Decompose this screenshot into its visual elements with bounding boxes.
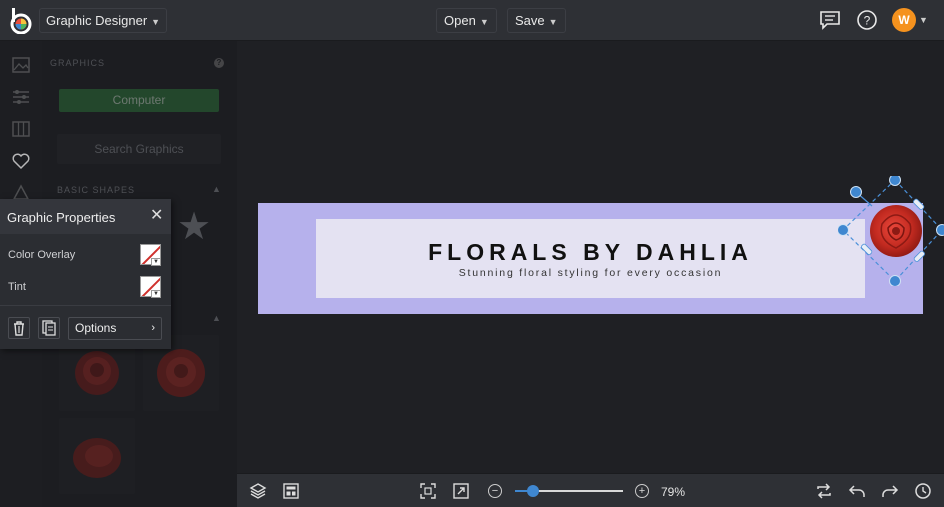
graphic-properties-panel: Graphic Properties ✕ Color Overlay ▼ Tin… [0, 199, 171, 349]
svg-text:?: ? [864, 14, 871, 28]
rose-icon [870, 205, 922, 257]
tint-label: Tint [8, 281, 26, 293]
resize-handle-top[interactable] [889, 176, 901, 186]
zoom-in-button[interactable]: + [635, 484, 649, 498]
open-button[interactable]: Open ▼ [436, 8, 497, 33]
image-icon[interactable] [11, 55, 31, 75]
template-layout-icon[interactable] [282, 482, 300, 500]
selected-rose-graphic[interactable] [838, 176, 944, 286]
resize-handle-right[interactable] [936, 224, 944, 236]
divider [0, 305, 171, 306]
resize-handle-bottom[interactable] [889, 275, 901, 287]
user-avatar[interactable]: W [892, 8, 916, 32]
graphic-properties-title: Graphic Properties [7, 210, 116, 225]
star-shape-icon[interactable]: ★ [177, 204, 211, 249]
graphic-properties-header: Graphic Properties ✕ [0, 199, 171, 234]
chevron-down-icon: ▼ [479, 17, 489, 27]
layout-columns-icon[interactable] [11, 119, 31, 139]
save-button[interactable]: Save ▼ [507, 8, 566, 33]
swap-icon[interactable] [815, 482, 833, 500]
resize-handle-bottom-right[interactable] [913, 250, 925, 262]
rotate-handle[interactable] [850, 186, 862, 198]
graphics-panel-title: GRAPHICS [50, 58, 106, 68]
chevron-down-icon: ▼ [548, 17, 558, 27]
top-bar: Graphic Designer ▼ Open ▼ Save ▼ ? W ▼ [0, 0, 944, 41]
basic-shapes-header[interactable]: BASIC SHAPES [57, 185, 135, 195]
chevron-right-icon: › [151, 322, 155, 334]
rose-icon [73, 438, 121, 478]
app-selector-dropdown[interactable]: Graphic Designer ▼ [39, 8, 168, 33]
chevron-up-icon[interactable]: ▲ [212, 313, 221, 323]
banner-text-box[interactable]: FLORALS BY DAHLIA Stunning floral stylin… [316, 219, 865, 298]
chevron-down-icon[interactable]: ▼ [919, 15, 928, 25]
history-icon[interactable] [914, 482, 932, 500]
chevron-down-icon: ▼ [151, 17, 161, 27]
fit-to-screen-icon[interactable] [419, 482, 437, 500]
chevron-down-icon[interactable]: ▼ [151, 290, 161, 298]
zoom-slider[interactable] [515, 485, 623, 497]
zoom-level-label: 79% [661, 485, 686, 499]
color-overlay-label: Color Overlay [8, 249, 76, 261]
undo-icon[interactable] [848, 482, 866, 500]
banner-subtitle[interactable]: Stunning floral styling for every occasi… [316, 267, 865, 279]
resize-handle-left[interactable] [838, 224, 849, 236]
options-button[interactable]: Options › [68, 317, 162, 340]
heart-icon[interactable] [11, 151, 31, 171]
banner-title[interactable]: FLORALS BY DAHLIA [316, 239, 865, 266]
duplicate-icon [42, 320, 56, 336]
open-button-label: Open [444, 13, 476, 28]
delete-button[interactable] [8, 317, 30, 339]
help-icon[interactable]: ? [856, 9, 878, 31]
resize-handle-top-right[interactable] [913, 198, 925, 210]
sliders-icon[interactable] [11, 87, 31, 107]
options-label: Options [75, 321, 117, 335]
close-icon[interactable]: ✕ [150, 208, 163, 224]
chevron-up-icon[interactable]: ▲ [212, 184, 221, 194]
feedback-chat-icon[interactable] [819, 9, 841, 31]
layers-icon[interactable] [249, 482, 267, 500]
redo-icon[interactable] [881, 482, 899, 500]
chevron-down-icon[interactable]: ▼ [151, 258, 161, 266]
save-button-label: Save [515, 13, 545, 28]
trash-icon [14, 321, 24, 336]
help-icon[interactable]: ? [214, 58, 224, 68]
computer-upload-button[interactable]: Computer [59, 89, 219, 112]
rose-graphic-thumbnail[interactable] [59, 418, 135, 494]
befunky-logo-icon[interactable] [9, 8, 33, 34]
app-selector-label: Graphic Designer [46, 13, 148, 28]
zoom-out-button[interactable]: − [488, 484, 502, 498]
actual-size-icon[interactable] [452, 482, 470, 500]
search-graphics-button[interactable]: Search Graphics [57, 134, 221, 164]
duplicate-button[interactable] [38, 317, 60, 339]
